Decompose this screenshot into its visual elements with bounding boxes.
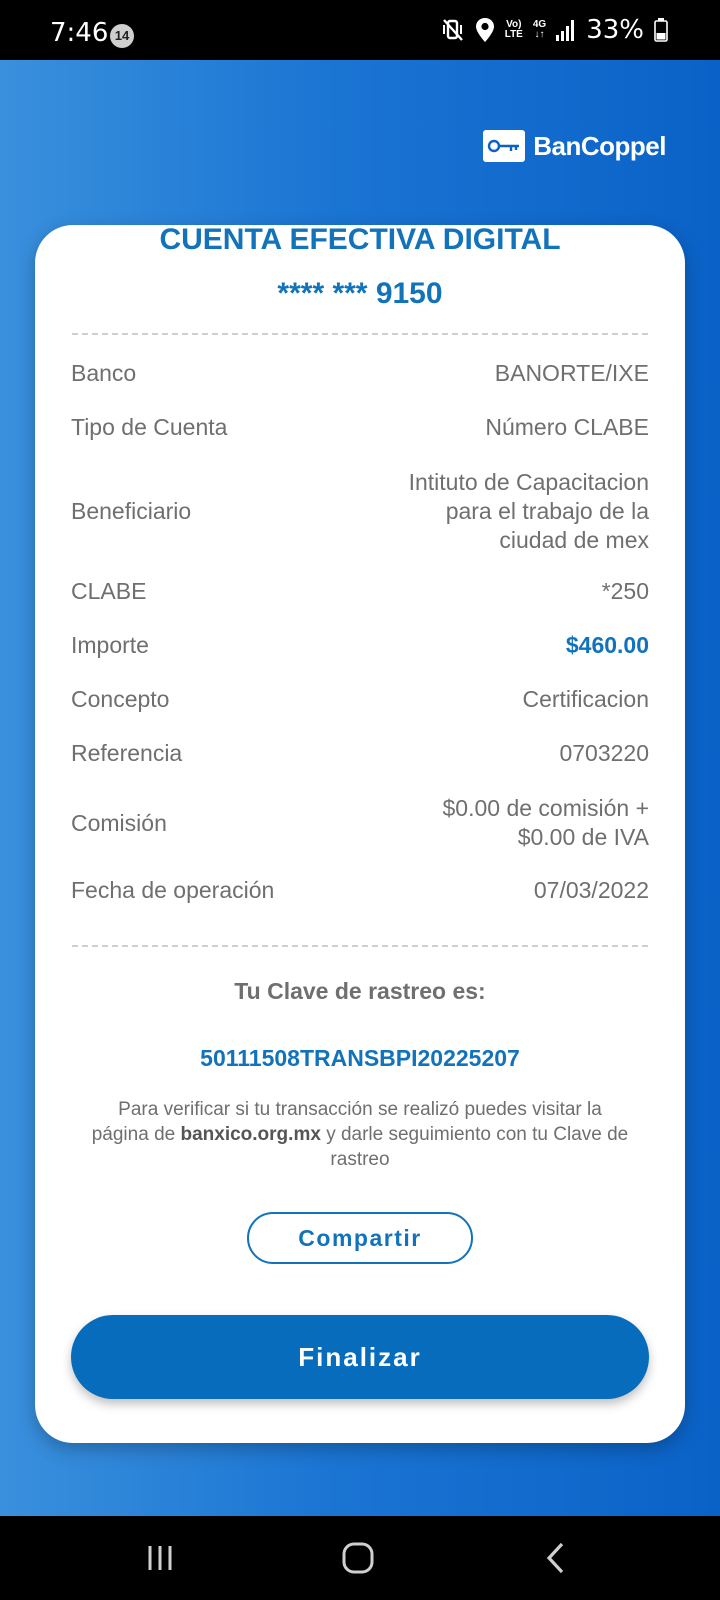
detail-row-concepto: Concepto Certificacion xyxy=(71,685,649,714)
status-bar: 7:46 14 Vo) LTE 4G ↓↑ 33% xyxy=(0,0,720,60)
detail-row-banco: Banco BANORTE/IXE xyxy=(71,359,649,388)
home-icon[interactable] xyxy=(338,1538,378,1578)
row-label: Concepto xyxy=(71,686,170,712)
receipt-card: CUENTA EFECTIVA DIGITAL **** *** 9150 Ba… xyxy=(35,225,685,1443)
row-label: Comisión xyxy=(71,809,167,836)
main-area: BanCoppel CUENTA EFECTIVA DIGITAL **** *… xyxy=(0,60,720,1516)
divider xyxy=(72,945,648,947)
detail-row-tipo-cuenta: Tipo de Cuenta Número CLABE xyxy=(71,413,649,442)
row-value: 0703220 xyxy=(559,740,649,766)
system-nav-bar xyxy=(0,1516,720,1600)
status-icons: Vo) LTE 4G ↓↑ 33% xyxy=(441,14,668,46)
row-label: Banco xyxy=(71,360,137,386)
recent-apps-icon[interactable] xyxy=(140,1538,180,1578)
finish-button[interactable]: Finalizar xyxy=(71,1315,649,1399)
brand-name: BanCoppel xyxy=(533,130,666,161)
key-logo-icon xyxy=(483,130,526,162)
account-number: **** *** 9150 xyxy=(277,277,443,310)
row-label: Tipo de Cuenta xyxy=(71,414,228,440)
row-value: 07/03/2022 xyxy=(533,877,649,903)
detail-row-beneficiario: Beneficiario Intituto de Capacitacion pa… xyxy=(71,468,649,555)
verify-instructions: Para verificar si tu transacción se real… xyxy=(91,1099,629,1170)
brand-logo: BanCoppel xyxy=(483,130,666,162)
notification-count-badge: 14 xyxy=(110,24,134,48)
volte-indicator: Vo) LTE xyxy=(504,19,523,40)
location-icon xyxy=(475,17,495,43)
row-value: Número CLABE xyxy=(485,414,649,440)
status-time: 7:46 xyxy=(50,18,109,48)
row-value: *250 xyxy=(601,578,649,604)
detail-row-importe: Importe $460.00 xyxy=(71,631,649,660)
divider xyxy=(72,333,648,335)
row-label: Referencia xyxy=(71,740,183,766)
row-value: Certificacion xyxy=(522,686,649,712)
row-value: BANORTE/IXE xyxy=(494,360,649,386)
detail-row-referencia: Referencia 0703220 xyxy=(71,739,649,768)
row-value: $0.00 de comisión + $0.00 de IVA xyxy=(442,795,650,850)
row-value: Intituto de Capacitacion para el trabajo… xyxy=(408,469,649,553)
amount-value: $460.00 xyxy=(565,632,649,658)
back-icon[interactable] xyxy=(536,1538,576,1578)
banxico-link[interactable]: banxico.org.mx xyxy=(180,1124,320,1145)
row-label: Importe xyxy=(71,632,149,658)
signal-icon xyxy=(556,19,576,41)
card-title: CUENTA EFECTIVA DIGITAL xyxy=(159,225,561,256)
mute-vibrate-icon xyxy=(441,17,465,43)
row-label: CLABE xyxy=(71,578,147,604)
row-label: Fecha de operación xyxy=(71,877,275,903)
row-label: Beneficiario xyxy=(71,498,192,524)
detail-row-fecha: Fecha de operación 07/03/2022 xyxy=(71,876,649,905)
battery-percentage: 33% xyxy=(586,15,644,45)
tracking-key-value: 50111508TRANSBPI20225207 xyxy=(200,1045,520,1071)
battery-icon xyxy=(654,18,668,42)
detail-row-clabe: CLABE *250 xyxy=(71,577,649,606)
detail-row-comision: Comisión $0.00 de comisión + $0.00 de IV… xyxy=(71,794,649,852)
tracking-key-title: Tu Clave de rastreo es: xyxy=(234,978,486,1004)
network-type-indicator: 4G ↓↑ xyxy=(532,19,547,40)
share-button[interactable]: Compartir xyxy=(247,1212,473,1264)
